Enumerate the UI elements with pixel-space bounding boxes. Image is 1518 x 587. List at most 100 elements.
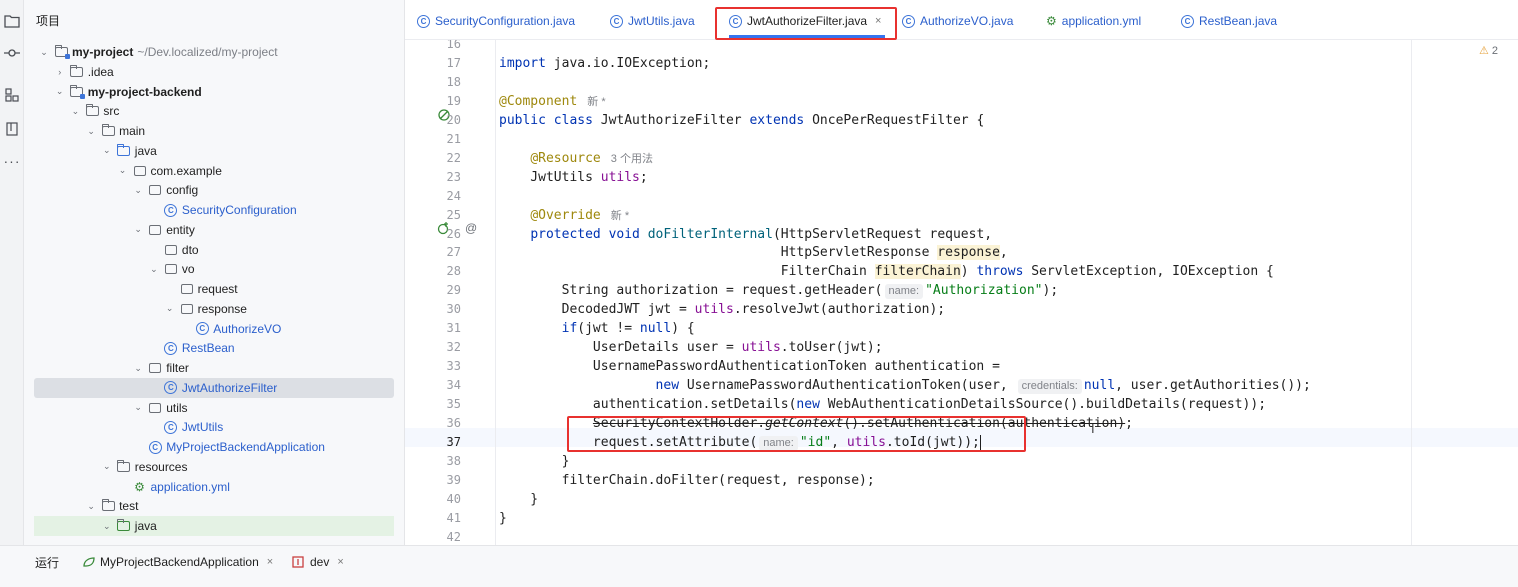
editor-tab[interactable]: C RestBean.java: [1181, 10, 1277, 32]
tree-item[interactable]: C JwtAuthorizeFilter: [34, 377, 394, 398]
code-line[interactable]: 35 authentication.setDetails(new WebAuth…: [405, 395, 1518, 414]
structure-icon[interactable]: [3, 86, 21, 104]
code-line[interactable]: 29 String authorization = request.getHea…: [405, 281, 1518, 300]
line-number: 37: [446, 434, 461, 449]
code-line[interactable]: 42: [405, 528, 1518, 545]
chevron-down-icon[interactable]: ⌄: [148, 263, 160, 275]
chevron-down-icon[interactable]: ⌄: [132, 184, 144, 196]
tree-item[interactable]: › .idea: [34, 62, 394, 82]
code-line[interactable]: 38 }: [405, 452, 1518, 471]
tree-item[interactable]: ⌄ my-project-backend: [34, 82, 394, 102]
tree-item-label: response: [197, 301, 247, 316]
tree-item[interactable]: ⌄ src: [34, 101, 394, 121]
tree-item[interactable]: ⌄ entity: [34, 220, 394, 240]
chevron-down-icon[interactable]: ⌄: [38, 46, 50, 58]
code-line[interactable]: 41}: [405, 509, 1518, 528]
code-line[interactable]: 39 filterChain.doFilter(request, respons…: [405, 471, 1518, 490]
code-line[interactable]: 21: [405, 130, 1518, 149]
close-icon[interactable]: ×: [337, 556, 343, 568]
line-number: 29: [446, 283, 461, 298]
tree-item[interactable]: ⌄ java: [34, 141, 394, 161]
code-line[interactable]: 27 HttpServletResponse response,: [405, 243, 1518, 262]
code-line[interactable]: 26 protected void doFilterInternal(HttpS…: [405, 225, 1518, 244]
code-line[interactable]: 22 @Resource 3 个用法: [405, 149, 1518, 168]
chevron-down-icon[interactable]: ⌄: [85, 125, 97, 137]
code-line[interactable]: 16: [405, 40, 1518, 54]
tree-item[interactable]: ⌄ utils: [34, 398, 394, 418]
chevron-down-icon[interactable]: ⌄: [117, 165, 129, 177]
code-line[interactable]: 31 if(jwt != null) {: [405, 319, 1518, 338]
tree-item[interactable]: ⌄ response: [34, 299, 394, 319]
code-line[interactable]: 17 import java.io.IOException;: [405, 54, 1518, 73]
code-line[interactable]: 23 JwtUtils utils;: [405, 168, 1518, 187]
tree-item[interactable]: ⌄ main: [34, 121, 394, 141]
tree-item[interactable]: C MyProjectBackendApplication: [34, 437, 394, 457]
yaml-file-icon: ⚙: [134, 479, 145, 494]
tree-item[interactable]: C RestBean: [34, 338, 394, 358]
tree-item[interactable]: dto: [34, 240, 394, 260]
close-icon[interactable]: ×: [875, 15, 881, 27]
chevron-down-icon[interactable]: ⌄: [132, 224, 144, 236]
code-editor[interactable]: ⚠ 2 @ 16 17 import java.io.IOException; 18 1…: [405, 40, 1518, 545]
editor-tab[interactable]: C SecurityConfiguration.java: [417, 10, 575, 32]
code-text: protected void doFilterInternal(HttpServ…: [530, 226, 993, 242]
tree-item[interactable]: request: [34, 279, 394, 299]
code-line[interactable]: 40 }: [405, 490, 1518, 509]
code-line[interactable]: 34 new UsernamePasswordAuthenticationTok…: [405, 376, 1518, 395]
code-line[interactable]: 36 SecurityContextHolder.getContext().se…: [405, 414, 1518, 433]
tree-item[interactable]: ⌄ resources: [34, 457, 394, 477]
tree-item[interactable]: C AuthorizeVO: [34, 319, 394, 339]
code-line[interactable]: 33 UsernamePasswordAuthenticationToken a…: [405, 357, 1518, 376]
chevron-right-icon[interactable]: ›: [54, 66, 66, 78]
chevron-down-icon[interactable]: ⌄: [132, 362, 144, 374]
tree-item[interactable]: ⌄ com.example: [34, 161, 394, 181]
tree-item[interactable]: ⌄ java: [34, 516, 394, 536]
code-line[interactable]: 30 DecodedJWT jwt = utils.resolveJwt(aut…: [405, 300, 1518, 319]
code-line[interactable]: 28 FilterChain filterChain) throws Servl…: [405, 262, 1518, 281]
tree-item[interactable]: ⌄ filter: [34, 358, 394, 378]
tree-item[interactable]: C JwtUtils: [34, 417, 394, 437]
bookmark-icon[interactable]: [3, 120, 21, 138]
tree-item-label: test: [119, 499, 139, 514]
chevron-down-icon[interactable]: ⌄: [132, 402, 144, 414]
editor-tab[interactable]: C JwtAuthorizeFilter.java ×: [729, 10, 886, 38]
class-icon: C: [729, 14, 742, 28]
commit-icon[interactable]: [3, 44, 21, 62]
tree-item[interactable]: ⌄ test: [34, 496, 394, 516]
folder-icon[interactable]: [3, 12, 21, 30]
package-icon: [148, 361, 162, 375]
tree-item[interactable]: ⌄ my-project ~/Dev.localized/my-project: [34, 42, 394, 62]
chevron-down-icon[interactable]: ⌄: [69, 105, 81, 117]
code-line[interactable]: 20 public class JwtAuthorizeFilter extend…: [405, 111, 1518, 130]
code-line[interactable]: 32 UserDetails user = utils.toUser(jwt);: [405, 338, 1518, 357]
chevron-down-icon[interactable]: ⌄: [101, 520, 113, 532]
run-tab-dev[interactable]: dev ×: [292, 554, 344, 570]
chevron-down-icon[interactable]: ⌄: [101, 461, 113, 473]
code-line[interactable]: 24: [405, 187, 1518, 206]
package-icon: [148, 401, 162, 415]
chevron-down-icon[interactable]: ⌄: [85, 500, 97, 512]
editor-tab[interactable]: C AuthorizeVO.java: [902, 10, 1013, 32]
folder-icon: [85, 104, 99, 118]
code-line[interactable]: 25 @Override 新 *: [405, 206, 1518, 225]
tree-item[interactable]: ⌄ config: [34, 180, 394, 200]
tree-item[interactable]: C SecurityConfiguration: [34, 200, 394, 220]
line-number: 24: [446, 188, 461, 203]
tree-item[interactable]: ⚙ application.yml: [34, 477, 394, 497]
editor-tab[interactable]: ⚙ application.yml: [1046, 10, 1141, 32]
run-tab-app[interactable]: MyProjectBackendApplication ×: [82, 554, 273, 570]
code-line[interactable]: 19 @Component 新 *: [405, 92, 1518, 111]
close-icon[interactable]: ×: [267, 556, 273, 568]
code-line[interactable]: 18: [405, 73, 1518, 92]
chevron-down-icon[interactable]: ⌄: [164, 303, 176, 315]
more-icon[interactable]: ···: [3, 152, 21, 170]
code-text: request.setAttribute(name: "id", utils.to…: [499, 434, 982, 451]
chevron-down-icon[interactable]: ⌄: [101, 145, 113, 157]
tree-item[interactable]: ⌄ vo: [34, 259, 394, 279]
chevron-down-icon[interactable]: ⌄: [54, 86, 66, 98]
editor-tab-label: SecurityConfiguration.java: [435, 14, 576, 28]
code-line[interactable]: 37 request.setAttribute(name: "id", utils…: [405, 433, 1518, 452]
editor-tab[interactable]: C JwtUtils.java: [610, 10, 695, 32]
